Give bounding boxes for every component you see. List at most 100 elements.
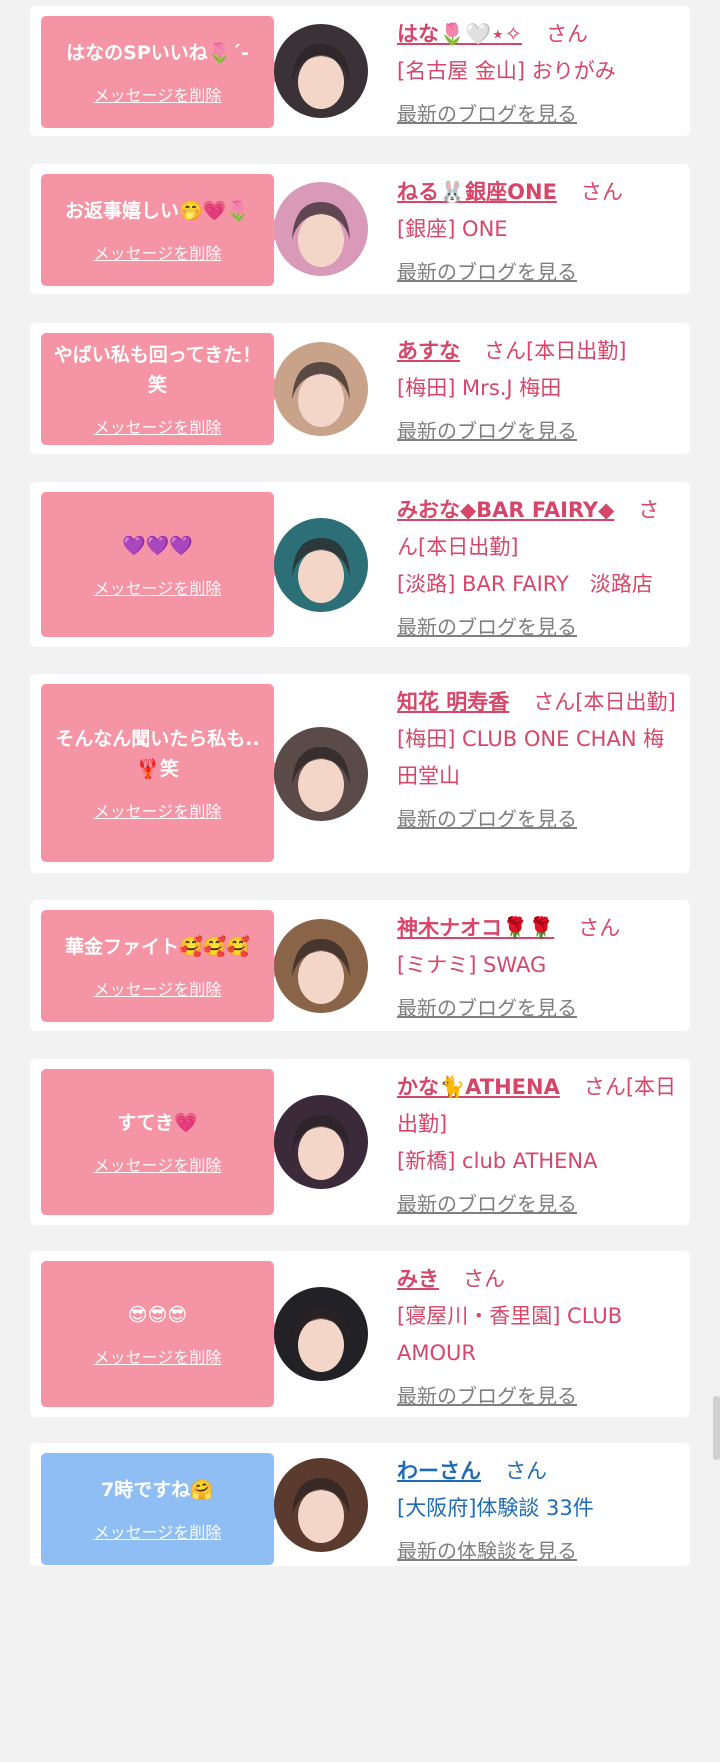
message-card: 華金ファイト🥰🥰🥰 メッセージを削除 神木ナオコ🌹🌹 さん [ミナミ] SWAG … [30, 900, 690, 1031]
avatar-face [298, 55, 344, 109]
avatar[interactable] [274, 182, 368, 276]
scrollbar[interactable] [713, 1396, 720, 1460]
avatar[interactable] [274, 1457, 368, 1552]
avatar-face [298, 1318, 344, 1372]
message-card: すてき💗 メッセージを削除 かな🐈ATHENA さん[本日出勤] [新橋] clu… [30, 1059, 690, 1225]
delete-message-link[interactable]: メッセージを削除 [94, 798, 222, 822]
message-card: 💜💜💜 メッセージを削除 みおな◆BAR FAIRY◆ さん[本日出勤] [淡路]… [30, 482, 690, 647]
sender-suffix: さん [546, 22, 589, 46]
message-text: 😎😎😎 [127, 1304, 188, 1326]
message-bubble: 華金ファイト🥰🥰🥰 メッセージを削除 [41, 910, 285, 1022]
latest-blog-link[interactable]: 最新のブログを見る [397, 1378, 680, 1415]
sender-name-link[interactable]: あすな [397, 339, 460, 363]
avatar-image [274, 24, 368, 118]
delete-message-link[interactable]: メッセージを削除 [94, 82, 222, 106]
delete-message-link[interactable]: メッセージを削除 [94, 575, 222, 599]
delete-message-link[interactable]: メッセージを削除 [94, 1344, 222, 1368]
message-text: そんなん聞いたら私も..🦞笑 [55, 728, 260, 780]
message-text: 7時ですね🤗 [101, 1479, 214, 1501]
message-bubble: お返事嬉しい🤭💗🌷 メッセージを削除 [41, 174, 285, 286]
latest-blog-link[interactable]: 最新のブログを見る [397, 413, 680, 450]
message-text: 華金ファイト🥰🥰🥰 [65, 936, 250, 958]
shop-info: [名古屋 金山] おりがみ [397, 59, 616, 83]
message-bubble: 💜💜💜 メッセージを削除 [41, 492, 285, 637]
avatar-image [274, 726, 368, 821]
sender-name-link[interactable]: かな🐈ATHENA [397, 1075, 560, 1099]
sender-name-link[interactable]: 神木ナオコ🌹🌹 [397, 916, 554, 940]
message-text: お返事嬉しい🤭💗🌷 [65, 200, 250, 222]
sender-suffix: さん [578, 916, 621, 940]
message-card: お返事嬉しい🤭💗🌷 メッセージを削除 ねる🐰銀座ONE さん [銀座] ONE 最… [30, 164, 690, 294]
message-bubble: すてき💗 メッセージを削除 [41, 1069, 285, 1215]
sender-suffix: さん [580, 180, 623, 204]
sender-info: あすな さん[本日出勤] [梅田] Mrs.J 梅田 最新のブログを見る [397, 333, 680, 450]
shop-info: [新橋] club ATHENA [397, 1149, 598, 1173]
avatar-face [298, 1488, 344, 1543]
sender-name-link[interactable]: みき [397, 1267, 439, 1291]
latest-blog-link[interactable]: 最新のブログを見る [397, 96, 680, 133]
sender-info: ねる🐰銀座ONE さん [銀座] ONE 最新のブログを見る [397, 174, 680, 291]
message-bubble: 7時ですね🤗 メッセージを削除 [41, 1453, 285, 1565]
avatar[interactable] [274, 1095, 368, 1189]
sender-info: かな🐈ATHENA さん[本日出勤] [新橋] club ATHENA 最新のブロ… [397, 1069, 680, 1223]
avatar-image [274, 341, 368, 436]
sender-suffix: さん [505, 1459, 547, 1483]
delete-message-link[interactable]: メッセージを削除 [94, 1152, 222, 1176]
avatar-face [298, 372, 344, 427]
sender-name-link[interactable]: わーさん [397, 1459, 481, 1483]
sender-name-link[interactable]: ねる🐰銀座ONE [397, 180, 557, 204]
shop-info: [銀座] ONE [397, 217, 508, 241]
sender-info: 知花 明寿香 さん[本日出勤] [梅田] CLUB ONE CHAN 梅田堂山 最… [397, 684, 680, 838]
avatar-face [298, 757, 344, 812]
avatar-image [274, 1457, 368, 1552]
message-text: やばい私も回ってきた！笑 [53, 344, 262, 396]
message-card: 7時ですね🤗 メッセージを削除 わーさん さん [大阪府]体験談 33件 最新の体… [30, 1443, 690, 1566]
avatar[interactable] [274, 24, 368, 118]
sender-name-link[interactable]: はな🌷🤍⋆✧ [397, 22, 522, 46]
avatar[interactable] [274, 726, 368, 821]
sender-suffix: さん[本日出勤] [533, 690, 676, 714]
avatar-face [298, 1126, 344, 1180]
avatar[interactable] [274, 341, 368, 436]
message-text: はなのSPいいね🌷´- [66, 42, 249, 64]
latest-blog-link[interactable]: 最新のブログを見る [397, 609, 680, 646]
avatar-image [274, 517, 368, 612]
avatar-image [274, 1095, 368, 1189]
avatar-image [274, 182, 368, 276]
shop-info: [淡路] BAR FAIRY 淡路店 [397, 572, 653, 596]
message-card: 😎😎😎 メッセージを削除 みき さん [寝屋川・香里園] CLUB AMOUR 最… [30, 1251, 690, 1417]
avatar[interactable] [274, 918, 368, 1013]
message-bubble: はなのSPいいね🌷´- メッセージを削除 [41, 16, 285, 128]
message-card: はなのSPいいね🌷´- メッセージを削除 はな🌷🤍⋆✧ さん [名古屋 金山] お… [30, 6, 690, 136]
sender-name-link[interactable]: 知花 明寿香 [397, 690, 509, 714]
delete-message-link[interactable]: メッセージを削除 [94, 1519, 222, 1543]
avatar[interactable] [274, 1287, 368, 1381]
sender-info: はな🌷🤍⋆✧ さん [名古屋 金山] おりがみ 最新のブログを見る [397, 16, 680, 133]
delete-message-link[interactable]: メッセージを削除 [94, 976, 222, 1000]
avatar-face [298, 548, 344, 603]
sender-info: みおな◆BAR FAIRY◆ さん[本日出勤] [淡路] BAR FAIRY 淡路… [397, 492, 680, 646]
latest-blog-link[interactable]: 最新のブログを見る [397, 801, 680, 838]
sender-info: わーさん さん [大阪府]体験談 33件 最新の体験談を見る [397, 1453, 680, 1570]
sender-suffix: さん[本日出勤] [484, 339, 627, 363]
shop-info: [寝屋川・香里園] CLUB AMOUR [397, 1304, 623, 1365]
sender-info: みき さん [寝屋川・香里園] CLUB AMOUR 最新のブログを見る [397, 1261, 680, 1415]
shop-info: [大阪府]体験談 33件 [397, 1496, 594, 1520]
avatar[interactable] [274, 517, 368, 612]
latest-blog-link[interactable]: 最新の体験談を見る [397, 1533, 680, 1570]
delete-message-link[interactable]: メッセージを削除 [94, 414, 222, 438]
shop-info: [梅田] Mrs.J 梅田 [397, 376, 562, 400]
latest-blog-link[interactable]: 最新のブログを見る [397, 254, 680, 291]
avatar-image [274, 1287, 368, 1381]
sender-suffix: さん [463, 1267, 505, 1291]
latest-blog-link[interactable]: 最新のブログを見る [397, 1186, 680, 1223]
avatar-image [274, 918, 368, 1013]
sender-name-link[interactable]: みおな◆BAR FAIRY◆ [397, 498, 614, 522]
delete-message-link[interactable]: メッセージを削除 [94, 240, 222, 264]
latest-blog-link[interactable]: 最新のブログを見る [397, 990, 680, 1027]
avatar-face [298, 949, 344, 1004]
message-card: やばい私も回ってきた！笑 メッセージを削除 あすな さん[本日出勤] [梅田] M… [30, 323, 690, 454]
message-text: 💜💜💜 [122, 534, 193, 557]
shop-info: [ミナミ] SWAG [397, 953, 547, 977]
sender-info: 神木ナオコ🌹🌹 さん [ミナミ] SWAG 最新のブログを見る [397, 910, 680, 1027]
